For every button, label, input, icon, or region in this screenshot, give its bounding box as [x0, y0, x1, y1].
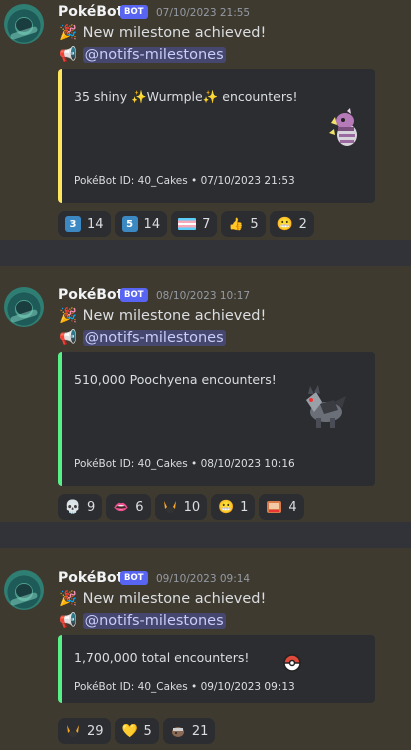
- reaction-yellow-heart[interactable]: 💛 5: [114, 718, 159, 744]
- party-popper-icon: 🎉: [58, 591, 78, 607]
- reaction-party-pokemon[interactable]: 29: [58, 718, 111, 744]
- embed-footer: PokéBot ID: 40_Cakes • 07/10/2023 21:53: [74, 175, 295, 187]
- role-mention[interactable]: @notifs-milestones: [82, 613, 226, 629]
- timestamp[interactable]: 09/10/2023 09:14: [156, 573, 250, 585]
- party-popper-icon: 🎉: [58, 308, 78, 324]
- keycap-3-icon: 3: [65, 216, 81, 232]
- timestamp[interactable]: 07/10/2023 21:55: [156, 7, 250, 19]
- reaction-trans-flag[interactable]: 7: [171, 211, 218, 237]
- grimace-face-icon: 😬: [276, 216, 293, 232]
- keycap-5-icon: 5: [121, 216, 138, 232]
- reaction-count: 2: [298, 216, 307, 232]
- message-line: 📢 @notifs-milestones: [58, 329, 226, 346]
- party-pokemon-icon: [67, 725, 79, 737]
- reaction-party-pokemon[interactable]: 10: [154, 494, 208, 520]
- reaction-grimace[interactable]: 😬 1: [211, 494, 256, 520]
- reaction-keycap-3[interactable]: 3 14: [58, 211, 111, 237]
- yellow-heart-icon: 💛: [121, 723, 138, 739]
- author-name[interactable]: PokéBot: [58, 4, 123, 20]
- embed: 510,000 Poochyena encounters! PokéBot ID…: [58, 352, 375, 486]
- author-name[interactable]: PokéBot: [58, 570, 123, 586]
- embed: 1,700,000 total encounters! PokéBot ID: …: [58, 635, 375, 703]
- trans-flag-icon: [178, 218, 197, 230]
- megaphone-icon: 📢: [58, 330, 78, 346]
- reaction-grimace[interactable]: 😬 2: [269, 211, 314, 237]
- megaphone-icon: 📢: [58, 613, 78, 629]
- party-pokemon-icon: [163, 501, 176, 513]
- embed-description: 510,000 Poochyena encounters!: [74, 372, 277, 387]
- thumbs-up-icon: 👍: [228, 217, 244, 231]
- mouth-icon: 👄: [113, 500, 129, 514]
- reactions-bar: 3 14 5 14 7 👍 5 😬 2: [58, 211, 314, 237]
- bot-badge: BOT: [120, 5, 148, 19]
- divider: [0, 522, 411, 548]
- embed-description: 35 shiny ✨Wurmple✨ encounters!: [74, 89, 298, 105]
- author-name[interactable]: PokéBot: [58, 287, 123, 303]
- reaction-count: 14: [87, 216, 104, 232]
- message-line: 📢 @notifs-milestones: [58, 612, 226, 629]
- milestone-text: New milestone achieved!: [82, 25, 267, 41]
- reaction-count: 5: [250, 216, 259, 232]
- timestamp[interactable]: 08/10/2023 10:17: [156, 290, 250, 302]
- avatar[interactable]: [4, 570, 44, 610]
- reactions-bar: 29 💛 5 21: [58, 718, 216, 744]
- pokemon-name: Wurmple: [146, 89, 203, 104]
- embed-description-text: encounters!: [218, 89, 298, 104]
- embed: 35 shiny ✨Wurmple✨ encounters! PokéBot I…: [58, 69, 375, 203]
- reaction-thumbs-up[interactable]: 👍 5: [221, 211, 266, 237]
- reaction-pokemon-card[interactable]: 4: [259, 494, 304, 520]
- sparkles-icon: ✨: [131, 89, 147, 104]
- reaction-count: 14: [143, 216, 161, 232]
- grimace-face-icon: 😬: [218, 499, 235, 515]
- reaction-count: 6: [135, 499, 144, 515]
- message-line: 🎉 New milestone achieved!: [58, 307, 266, 324]
- reaction-pokemon-sticker[interactable]: 21: [162, 718, 216, 744]
- poke-ball-icon[interactable]: [283, 654, 301, 672]
- role-mention[interactable]: @notifs-milestones: [82, 330, 226, 346]
- megaphone-icon: 📢: [58, 47, 78, 63]
- party-popper-icon: 🎉: [58, 25, 78, 41]
- message-line: 🎉 New milestone achieved!: [58, 24, 266, 41]
- reaction-count: 21: [191, 723, 209, 739]
- reaction-keycap-5[interactable]: 5 14: [114, 211, 168, 237]
- bot-badge: BOT: [120, 288, 148, 302]
- reaction-count: 10: [183, 499, 201, 515]
- poochyena-sprite[interactable]: [294, 382, 350, 432]
- reaction-count: 7: [202, 216, 211, 232]
- pokemon-sticker-icon: [171, 727, 184, 737]
- embed-description: 1,700,000 total encounters!: [74, 650, 250, 665]
- embed-footer: PokéBot ID: 40_Cakes • 09/10/2023 09:13: [74, 681, 295, 693]
- reaction-count: 9: [87, 499, 96, 515]
- reaction-count: 1: [240, 499, 249, 515]
- pokemon-card-icon: [267, 501, 282, 513]
- message-line: 📢 @notifs-milestones: [58, 46, 226, 63]
- bot-badge: BOT: [120, 571, 148, 585]
- avatar[interactable]: [4, 4, 44, 44]
- reaction-mouth[interactable]: 👄 6: [106, 494, 151, 520]
- milestone-text: New milestone achieved!: [82, 591, 267, 607]
- skull-icon: 💀: [64, 499, 82, 515]
- reaction-count: 5: [143, 723, 152, 739]
- embed-description-text: 35 shiny: [74, 89, 132, 104]
- reactions-bar: 💀 9 👄 6 10 😬 1 4: [58, 494, 304, 520]
- reaction-skull[interactable]: 💀 9: [58, 494, 103, 520]
- role-mention[interactable]: @notifs-milestones: [82, 47, 226, 63]
- milestone-text: New milestone achieved!: [82, 308, 267, 324]
- message-line: 🎉 New milestone achieved!: [58, 590, 266, 607]
- wurmple-sprite[interactable]: [325, 107, 365, 151]
- reaction-count: 4: [288, 499, 297, 515]
- sparkles-icon: ✨: [202, 89, 219, 104]
- embed-footer: PokéBot ID: 40_Cakes • 08/10/2023 10:16: [74, 458, 295, 470]
- reaction-count: 29: [87, 723, 104, 739]
- divider: [0, 240, 411, 266]
- avatar[interactable]: [4, 287, 44, 327]
